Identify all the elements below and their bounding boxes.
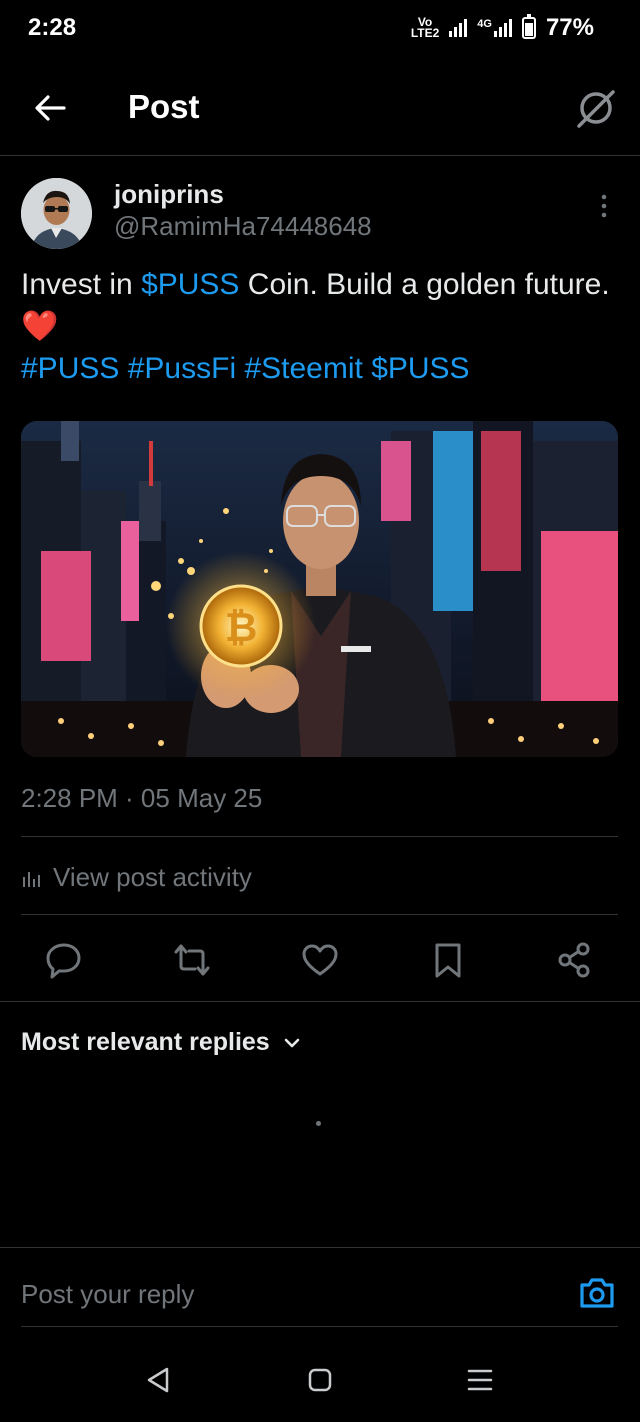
more-vertical-icon: [601, 194, 607, 218]
svg-text:₿: ₿: [225, 605, 258, 651]
post-text-segment: Coin. Build a golden future.: [239, 268, 610, 301]
volte-indicator: Vo LTE2: [410, 15, 440, 40]
status-icons: Vo LTE2 4G 77%: [411, 14, 594, 42]
divider: [21, 1326, 618, 1327]
post-image-illustration: ₿: [21, 421, 618, 757]
view-post-activity-button[interactable]: View post activity: [21, 862, 252, 893]
page-title: Post: [128, 88, 200, 125]
cashtag-link[interactable]: $PUSS: [141, 268, 239, 301]
arrow-left-icon: [35, 95, 66, 121]
like-icon: [302, 944, 338, 976]
back-button[interactable]: [30, 88, 70, 128]
post-text-segment: Invest in: [21, 268, 142, 301]
share-button[interactable]: [553, 938, 597, 982]
avatar[interactable]: [21, 178, 92, 249]
share-icon: [558, 942, 590, 978]
grok-slash-icon: [577, 90, 615, 128]
camera-icon: [580, 1278, 614, 1308]
bookmark-icon: [435, 943, 461, 978]
square-home-icon: [308, 1368, 332, 1392]
signal-4g-icon: 4G: [477, 19, 512, 37]
nav-back-button[interactable]: [138, 1360, 178, 1400]
menu-lines-icon: [467, 1369, 493, 1391]
post-image[interactable]: ₿: [21, 421, 618, 757]
hashtag-link[interactable]: #Steemit: [244, 352, 362, 385]
author-name[interactable]: joniprins: [114, 179, 224, 210]
more-options-button[interactable]: [594, 192, 614, 220]
chevron-down-icon: [284, 1038, 300, 1047]
divider: [21, 914, 618, 915]
replies-sort-dropdown[interactable]: Most relevant replies: [21, 1028, 302, 1057]
repost-button[interactable]: [170, 938, 214, 982]
reply-icon: [46, 943, 81, 979]
nav-home-button[interactable]: [300, 1360, 340, 1400]
status-time: 2:28: [28, 14, 77, 41]
reply-input[interactable]: [21, 1272, 541, 1316]
author-handle[interactable]: @RamimHa74448648: [114, 211, 372, 242]
loading-indicator: [316, 1121, 321, 1126]
bar-chart-icon: [23, 871, 40, 887]
composer-divider: [0, 1247, 640, 1248]
reply-button[interactable]: [42, 938, 86, 982]
post-text: Invest in $PUSS Coin. Build a golden fut…: [21, 264, 611, 390]
hashtag-link[interactable]: #PUSS: [21, 352, 119, 385]
nav-menu-button[interactable]: [460, 1360, 500, 1400]
divider: [21, 836, 618, 837]
battery-percent: 77%: [545, 14, 594, 41]
grok-button[interactable]: [574, 86, 618, 130]
camera-button[interactable]: [576, 1272, 618, 1314]
heart-emoji: ❤️: [21, 310, 59, 343]
divider: [0, 1001, 640, 1002]
avatar-image: [21, 178, 92, 249]
cashtag-link[interactable]: $PUSS: [371, 352, 469, 385]
battery-icon: [521, 14, 536, 39]
signal-icon: [449, 19, 468, 37]
repost-icon: [174, 944, 210, 976]
replies-sort-label: Most relevant replies: [21, 1028, 270, 1056]
view-post-activity-label: View post activity: [53, 862, 252, 892]
like-button[interactable]: [298, 938, 342, 982]
header-divider: [0, 155, 640, 156]
triangle-back-icon: [147, 1367, 169, 1393]
post-timestamp: 2:28 PM · 05 May 25: [21, 783, 263, 813]
hashtag-link[interactable]: #PussFi: [128, 352, 236, 385]
bookmark-button[interactable]: [426, 938, 470, 982]
